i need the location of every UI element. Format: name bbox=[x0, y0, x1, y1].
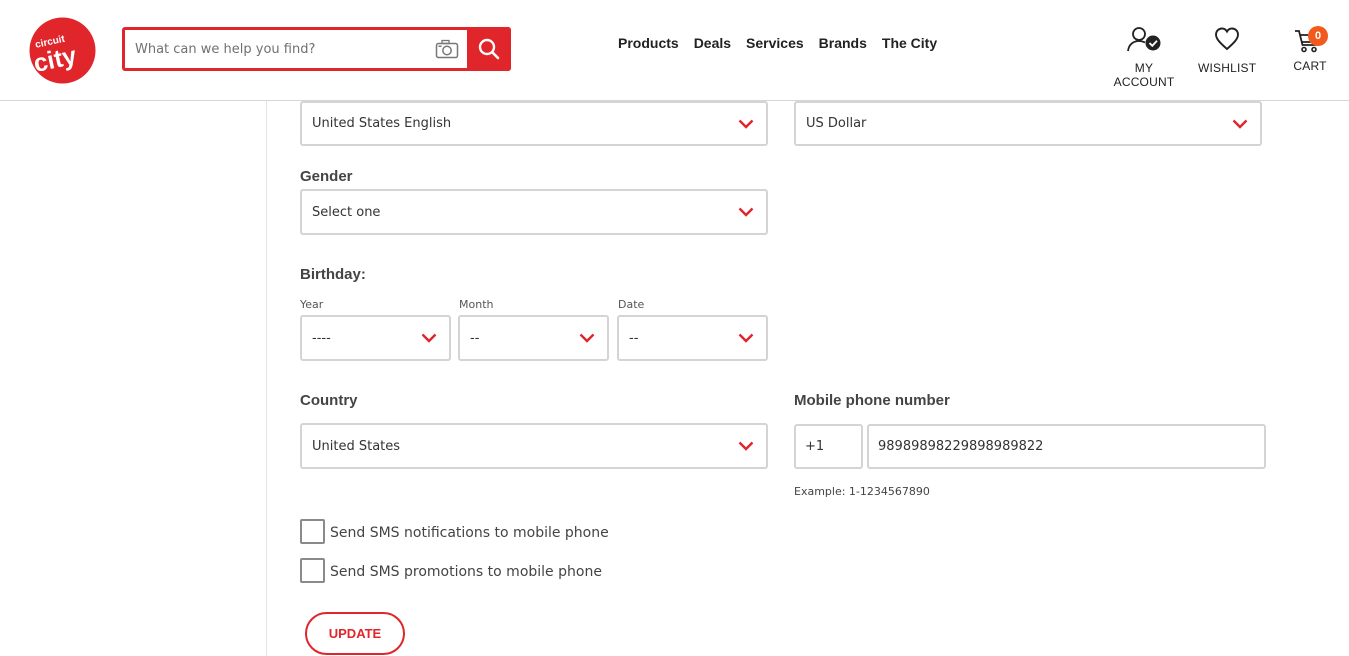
gender-label: Gender bbox=[300, 168, 353, 185]
sms-notifications-checkbox[interactable] bbox=[300, 519, 325, 544]
currency-select[interactable]: US Dollar bbox=[794, 101, 1262, 146]
chevron-down-icon bbox=[738, 119, 754, 129]
camera-icon[interactable] bbox=[427, 30, 467, 68]
nav-services[interactable]: Services bbox=[746, 35, 804, 51]
date-label: Date bbox=[618, 298, 645, 311]
birth-date-select[interactable]: -- bbox=[617, 315, 768, 361]
search-box bbox=[122, 27, 511, 71]
search-icon bbox=[478, 38, 500, 60]
country-value: United States bbox=[312, 438, 401, 454]
search-button[interactable] bbox=[467, 27, 511, 71]
heart-icon bbox=[1215, 27, 1239, 51]
birth-date-value: -- bbox=[629, 330, 639, 346]
cart-link[interactable]: 0 CART bbox=[1290, 26, 1330, 73]
nav-brands[interactable]: Brands bbox=[819, 35, 867, 51]
main-nav: Products Deals Services Brands The City bbox=[618, 35, 937, 51]
gender-value: Select one bbox=[312, 204, 381, 220]
chevron-down-icon bbox=[1232, 119, 1248, 129]
birth-month-select[interactable]: -- bbox=[458, 315, 609, 361]
chevron-down-icon bbox=[738, 207, 754, 217]
wishlist-label: WISHLIST bbox=[1198, 61, 1257, 75]
language-value: United States English bbox=[312, 116, 452, 131]
country-label: Country bbox=[300, 392, 358, 409]
search-input[interactable] bbox=[125, 30, 427, 68]
month-label: Month bbox=[459, 298, 494, 311]
nav-the-city[interactable]: The City bbox=[882, 35, 937, 51]
site-header: circuit city Products Deals Services Bra… bbox=[0, 0, 1349, 101]
nav-deals[interactable]: Deals bbox=[694, 35, 731, 51]
chevron-down-icon bbox=[738, 333, 754, 343]
mobile-number-value: 98989898229898989822 bbox=[878, 439, 1044, 454]
mobile-number-field[interactable]: 98989898229898989822 bbox=[867, 424, 1266, 469]
chevron-down-icon bbox=[738, 441, 754, 451]
birthday-label: Birthday: bbox=[300, 266, 366, 283]
wishlist-link[interactable]: WISHLIST bbox=[1198, 26, 1256, 75]
sidebar-divider bbox=[266, 101, 267, 656]
country-select[interactable]: United States bbox=[300, 423, 768, 469]
currency-value: US Dollar bbox=[806, 116, 867, 131]
gender-select[interactable]: Select one bbox=[300, 189, 768, 235]
cart-count-badge: 0 bbox=[1308, 26, 1328, 46]
sms-notifications-label: Send SMS notifications to mobile phone bbox=[330, 525, 609, 541]
birth-year-select[interactable]: ---- bbox=[300, 315, 451, 361]
country-code-field[interactable]: +1 bbox=[794, 424, 863, 469]
cart-label: CART bbox=[1293, 59, 1327, 73]
my-account-link[interactable]: MY ACCOUNT bbox=[1104, 26, 1184, 89]
birth-year-value: ---- bbox=[312, 330, 331, 346]
mobile-phone-label: Mobile phone number bbox=[794, 392, 950, 409]
country-code-value: +1 bbox=[805, 439, 825, 454]
birth-month-value: -- bbox=[470, 330, 480, 346]
my-account-label: MY ACCOUNT bbox=[1113, 61, 1175, 89]
circuit-city-logo[interactable]: circuit city bbox=[29, 17, 96, 84]
sms-promotions-label: Send SMS promotions to mobile phone bbox=[330, 564, 602, 580]
sms-promotions-checkbox[interactable] bbox=[300, 558, 325, 583]
year-label: Year bbox=[300, 298, 324, 311]
chevron-down-icon bbox=[421, 333, 437, 343]
update-button[interactable]: UPDATE bbox=[305, 612, 405, 655]
chevron-down-icon bbox=[579, 333, 595, 343]
user-check-icon bbox=[1127, 27, 1161, 52]
phone-example-hint: Example: 1-1234567890 bbox=[794, 485, 930, 498]
nav-products[interactable]: Products bbox=[618, 35, 679, 51]
language-select[interactable]: United States English bbox=[300, 101, 768, 146]
